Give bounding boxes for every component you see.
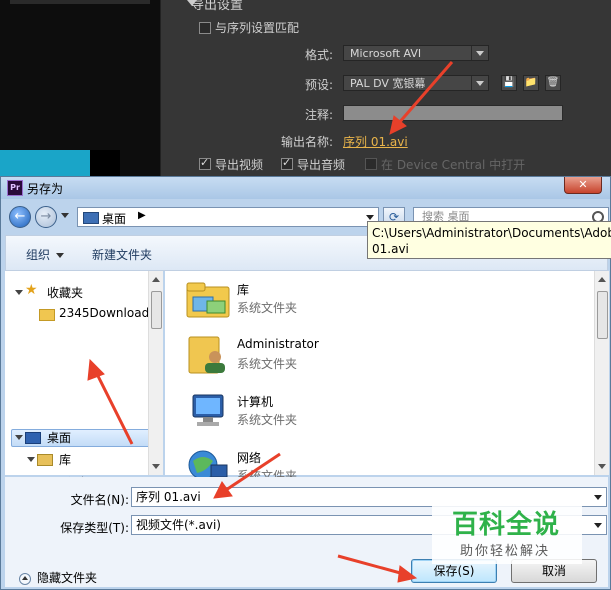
- file-list-pane: 库 系统文件夹 Administrator 系统文件夹 计算机 系统文件夹 网络…: [165, 271, 608, 483]
- forward-button[interactable]: →: [35, 206, 57, 228]
- library-folder-icon: [186, 282, 230, 318]
- address-text: 桌面: [102, 212, 127, 226]
- file-type: 系统文件夹: [237, 301, 298, 315]
- import-preset-icon[interactable]: 📁: [523, 75, 539, 91]
- chevron-down-icon: [56, 253, 65, 258]
- chevron-down-icon: [471, 46, 488, 60]
- watermark-title: 百科全说: [452, 510, 561, 540]
- star-icon: ★: [25, 282, 38, 298]
- format-value: Microsoft AVI: [350, 47, 422, 60]
- new-folder-button[interactable]: 新建文件夹: [92, 246, 152, 263]
- watermark-subtitle: 助你轻松解决: [460, 544, 551, 559]
- filename-label: 文件名(N):: [70, 493, 129, 507]
- file-name: 库: [237, 283, 250, 297]
- filename-value: 序列 01.avi: [136, 490, 201, 504]
- comment-label: 注释:: [304, 108, 333, 122]
- format-select[interactable]: Microsoft AVI: [343, 45, 489, 61]
- expand-desktop-icon[interactable]: [15, 435, 23, 440]
- tree-item-desktop[interactable]: 桌面: [47, 429, 71, 446]
- chevron-down-icon[interactable]: [594, 495, 602, 500]
- dialog-titlebar[interactable]: Pr 另存为 ✕: [1, 177, 610, 199]
- preset-select[interactable]: PAL DV 宽银幕: [343, 75, 489, 91]
- premiere-app-icon: Pr: [7, 180, 23, 196]
- file-type: 系统文件夹: [237, 413, 298, 427]
- file-type: 系统文件夹: [237, 357, 298, 371]
- file-list-scrollbar[interactable]: [594, 271, 609, 475]
- tooltip-line-2: 01.avi: [372, 242, 409, 256]
- scroll-up-icon[interactable]: [152, 277, 160, 282]
- export-video-label: 导出视频: [215, 158, 264, 172]
- file-item-administrator[interactable]: Administrator 系统文件夹: [185, 331, 565, 383]
- expand-favorites-icon[interactable]: [15, 290, 23, 295]
- scroll-down-icon[interactable]: [152, 464, 160, 469]
- library-icon: [37, 454, 53, 466]
- export-settings-panel: 导出设置 与序列设置匹配 格式: Microsoft AVI 预设: PAL D…: [160, 0, 611, 178]
- breadcrumb-arrow-icon[interactable]: ▶: [138, 210, 146, 221]
- folder-icon: [39, 309, 55, 321]
- chevron-down-icon[interactable]: [366, 215, 374, 220]
- filetype-value: 视频文件(*.avi): [136, 518, 221, 532]
- monitor-top-bar: [10, 0, 150, 4]
- filetype-label: 保存类型(T):: [60, 521, 129, 535]
- match-sequence-checkbox[interactable]: [199, 22, 211, 34]
- output-name-label: 输出名称:: [280, 135, 333, 149]
- preset-value: PAL DV 宽银幕: [350, 77, 426, 90]
- tree-item-favorites[interactable]: 收藏夹: [47, 284, 83, 301]
- nav-pane-scrollbar[interactable]: [148, 271, 163, 475]
- delete-preset-icon[interactable]: 🗑: [545, 75, 561, 91]
- scroll-down-icon[interactable]: [598, 464, 606, 469]
- file-name: 计算机: [237, 395, 274, 409]
- match-sequence-label: 与序列设置匹配: [215, 21, 300, 35]
- monitor-thumbnail-dark: [90, 150, 120, 178]
- save-preset-icon[interactable]: 💾: [501, 75, 517, 91]
- export-video-checkbox[interactable]: [199, 156, 211, 170]
- scroll-thumb[interactable]: [597, 291, 608, 339]
- expand-libraries-icon[interactable]: [27, 457, 35, 462]
- close-button[interactable]: ✕: [564, 177, 602, 194]
- organize-button[interactable]: 组织: [26, 246, 65, 263]
- chevron-down-icon[interactable]: [594, 523, 602, 528]
- scroll-up-icon[interactable]: [598, 277, 606, 282]
- device-central-label: 在 Device Central 中打开: [381, 158, 526, 172]
- export-audio-checkbox[interactable]: [281, 156, 293, 170]
- preset-label: 预设:: [304, 78, 333, 92]
- scroll-thumb[interactable]: [151, 291, 162, 329]
- desktop-icon: [25, 432, 41, 444]
- monitor-thumbnail: [0, 150, 90, 178]
- format-label: 格式:: [304, 48, 333, 62]
- computer-icon: [192, 394, 224, 426]
- desktop-icon: [83, 212, 99, 224]
- tree-item-downloads[interactable]: 2345Downloads: [59, 306, 155, 320]
- comment-input[interactable]: [343, 105, 563, 121]
- address-bar[interactable]: 桌面 ▶: [77, 207, 379, 227]
- user-folder-icon: [188, 336, 225, 374]
- dialog-title: 另存为: [27, 182, 64, 196]
- hide-folders-label: 隐藏文件夹: [37, 571, 98, 585]
- device-central-checkbox[interactable]: [365, 158, 377, 170]
- tooltip-line-1: C:\Users\Administrator\Documents\Adobe: [372, 226, 611, 240]
- file-item-libraries[interactable]: 库 系统文件夹: [185, 275, 565, 327]
- program-monitor: [0, 0, 160, 178]
- export-audio-label: 导出音频: [297, 158, 346, 172]
- organize-label: 组织: [26, 248, 51, 262]
- navigation-pane: ★ 收藏夹 2345Downloads 桌面 库 视频: [5, 271, 163, 490]
- file-item-computer[interactable]: 计算机 系统文件夹: [185, 387, 565, 439]
- file-name: 网络: [237, 451, 262, 465]
- collapse-icon: [19, 572, 31, 585]
- output-name-link[interactable]: 序列 01.avi: [343, 133, 408, 150]
- recent-locations-icon[interactable]: [61, 213, 69, 218]
- hide-folders-toggle[interactable]: 隐藏文件夹: [19, 569, 97, 586]
- export-settings-title: 导出设置: [191, 0, 244, 13]
- watermark: 百科全说 助你轻松解决: [432, 498, 582, 564]
- path-tooltip: C:\Users\Administrator\Documents\Adobe 0…: [367, 221, 611, 259]
- back-button[interactable]: ←: [9, 206, 31, 228]
- chevron-down-icon: [471, 76, 488, 90]
- tree-item-libraries[interactable]: 库: [59, 451, 71, 468]
- file-name: Administrator: [237, 337, 319, 351]
